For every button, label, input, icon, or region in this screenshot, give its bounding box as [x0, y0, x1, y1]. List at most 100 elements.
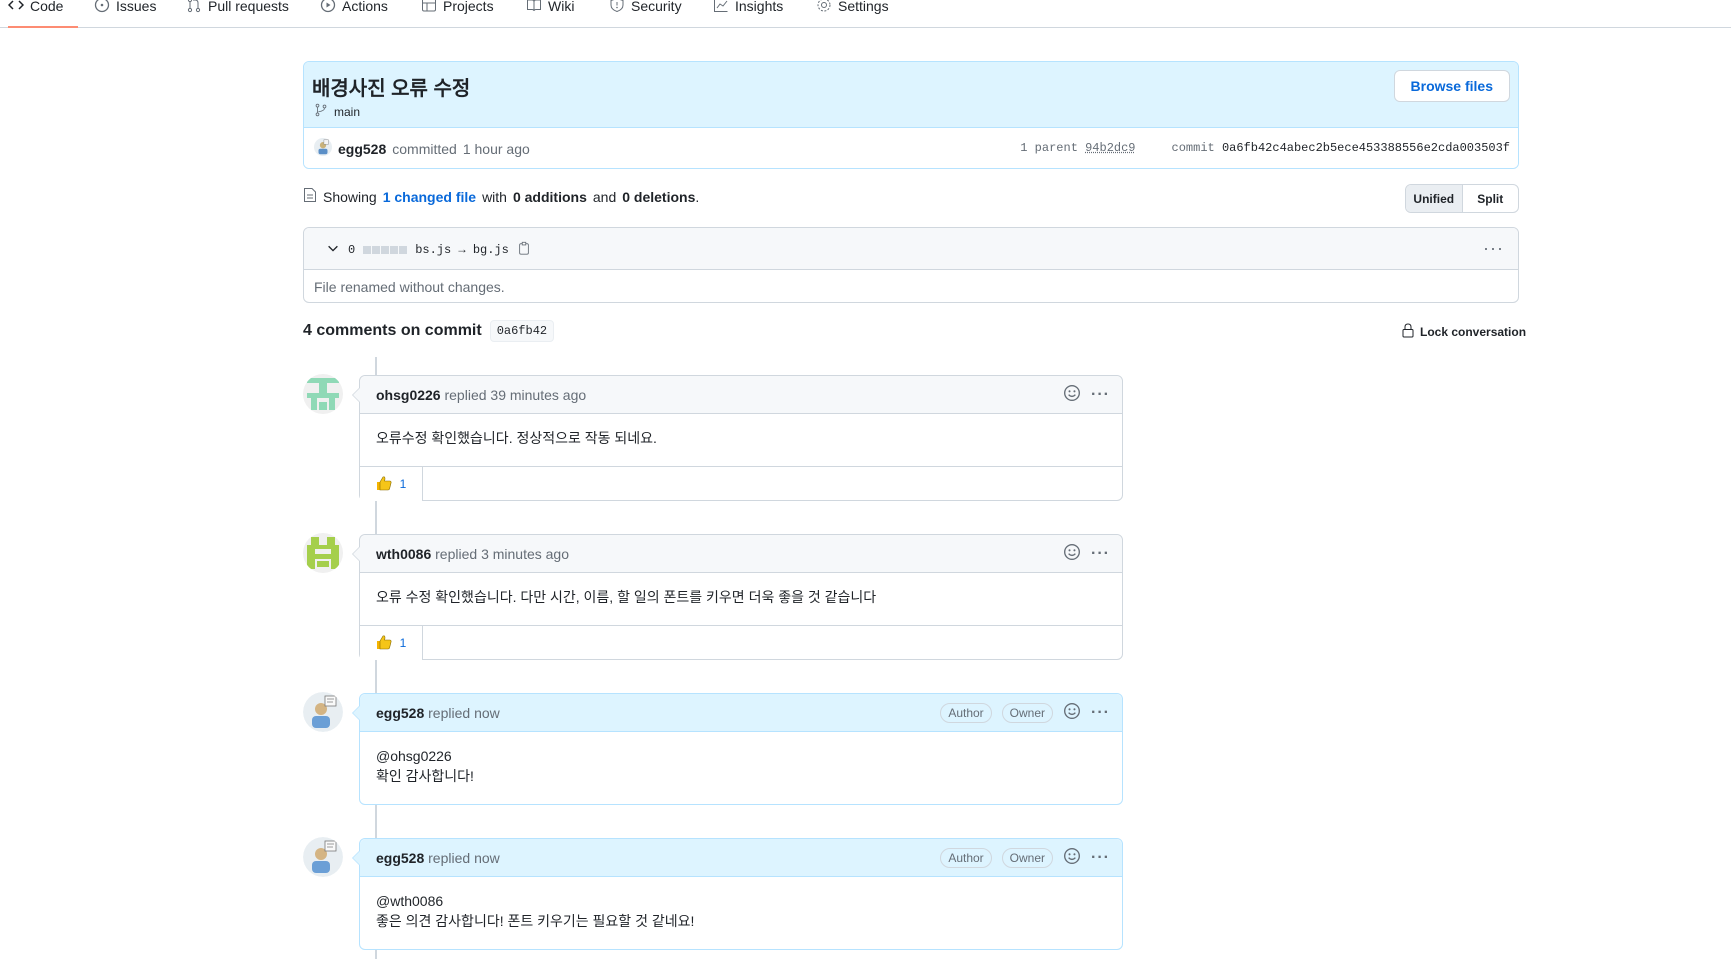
thumbs-up-reaction[interactable]: 1	[360, 626, 423, 660]
comment-meta: egg528 replied now	[376, 705, 500, 721]
play-icon	[320, 0, 336, 13]
reaction-count: 1	[399, 477, 407, 491]
comment-text: 확인 감사합니다!	[376, 768, 474, 784]
avatar[interactable]	[303, 374, 343, 414]
comment-card: egg528 replied now Author Owner ··· @wth…	[352, 838, 1123, 950]
tab-issues[interactable]: Issues	[94, 0, 156, 28]
commit-time: 1 hour ago	[462, 140, 530, 157]
tab-settings[interactable]: Settings	[816, 0, 889, 28]
additions-count: 0 additions	[512, 188, 587, 205]
reactions-bar: 1	[360, 466, 1122, 501]
tab-label: Insights	[735, 0, 784, 14]
parent-sha-link[interactable]: 94b2dc9	[1085, 141, 1135, 155]
code-icon	[8, 0, 24, 13]
committed-text: committed	[392, 140, 457, 157]
comment-action: replied	[428, 705, 471, 721]
comment-action: replied	[444, 387, 487, 403]
graph-icon	[713, 0, 729, 13]
comment-meta: wth0086 replied 3 minutes ago	[376, 546, 569, 562]
comment-actions: Author Owner ···	[940, 702, 1110, 723]
author-badge: Author	[940, 702, 992, 723]
comment-time[interactable]: 3 minutes ago	[481, 546, 569, 562]
branch-label[interactable]: main	[314, 103, 360, 120]
diff-summary: Showing 1 changed file with 0 additions …	[303, 187, 699, 206]
commit-author-name[interactable]: egg528	[338, 141, 386, 157]
period: .	[695, 188, 700, 205]
chevron-down-icon[interactable]	[326, 241, 340, 259]
tab-actions[interactable]: Actions	[320, 0, 388, 28]
comment-text: 오류 수정 확인했습니다. 다만 시간, 이름, 할 일의 폰트를 키우면 더욱…	[376, 589, 877, 605]
thumbs-up-reaction[interactable]: 1	[360, 467, 423, 501]
tab-label: Code	[30, 0, 64, 14]
kebab-horizontal-icon[interactable]: ···	[1091, 704, 1110, 722]
commit-meta-bar: egg528 committed 1 hour ago 1 parent 94b…	[304, 128, 1518, 168]
owner-badge: Owner	[1001, 847, 1054, 868]
comment-author[interactable]: egg528	[376, 850, 424, 866]
avatar[interactable]	[314, 138, 332, 159]
file-name[interactable]: bs.js → bg.js	[415, 243, 509, 257]
split-button[interactable]: Split	[1463, 185, 1519, 212]
comment-header: egg528 replied now Author Owner ···	[360, 694, 1122, 732]
comment-body: @wth0086 좋은 의견 감사합니다! 폰트 키우기는 필요할 것 같네요!	[360, 877, 1122, 945]
smiley-icon[interactable]	[1063, 702, 1081, 723]
comment-text: 오류수정 확인했습니다. 정상적으로 작동 되네요.	[376, 430, 657, 446]
browse-files-button[interactable]: Browse files	[1393, 70, 1510, 102]
kebab-horizontal-icon[interactable]: ···	[1091, 849, 1110, 867]
commit-label: commit	[1171, 141, 1215, 155]
comment-author[interactable]: ohsg0226	[376, 387, 441, 403]
changed-files-link[interactable]: 1 changed file	[383, 189, 476, 205]
smiley-icon[interactable]	[1063, 847, 1081, 868]
commit-title: 배경사진 오류 수정	[312, 78, 471, 100]
tab-label: Security	[631, 0, 682, 14]
tab-label: Issues	[116, 0, 157, 14]
unified-button[interactable]: Unified	[1406, 185, 1463, 212]
pull-request-icon	[186, 0, 202, 13]
tab-security[interactable]: Security	[609, 0, 682, 28]
comment-body: 오류 수정 확인했습니다. 다만 시간, 이름, 할 일의 폰트를 키우면 더욱…	[360, 573, 1122, 625]
reactions-bar: 1	[360, 625, 1122, 660]
comment-time[interactable]: 39 minutes ago	[490, 387, 586, 403]
with-text: with	[482, 188, 507, 205]
comment-header: egg528 replied now Author Owner ···	[360, 839, 1122, 877]
table-icon	[421, 0, 437, 13]
copy-icon[interactable]	[517, 241, 531, 259]
comment-card: wth0086 replied 3 minutes ago ··· 오류 수정 …	[352, 534, 1123, 660]
avatar[interactable]	[303, 837, 343, 877]
kebab-horizontal-icon[interactable]: ···	[1091, 386, 1110, 404]
mention-link[interactable]: @wth0086	[376, 891, 1106, 911]
smiley-icon[interactable]	[1063, 384, 1081, 405]
smiley-icon[interactable]	[1063, 543, 1081, 564]
commit-header: 배경사진 오류 수정 main Browse files egg528 comm…	[303, 61, 1519, 169]
comment-actions: ···	[1063, 543, 1110, 564]
comment-author[interactable]: wth0086	[376, 546, 431, 562]
commit-title-bar: 배경사진 오류 수정 main Browse files	[304, 62, 1518, 128]
tab-wiki[interactable]: Wiki	[526, 0, 574, 28]
lock-conversation-button[interactable]: Lock conversation	[1402, 323, 1526, 341]
comment-action: replied	[435, 546, 478, 562]
tab-pull-requests[interactable]: Pull requests	[186, 0, 289, 28]
comment-meta: egg528 replied now	[376, 850, 500, 866]
avatar[interactable]	[303, 692, 343, 732]
kebab-horizontal-icon[interactable]: ···	[1483, 238, 1504, 259]
parent-label: 1 parent	[1020, 141, 1078, 155]
comment-header: wth0086 replied 3 minutes ago ···	[360, 535, 1122, 573]
and-text: and	[592, 188, 617, 205]
lock-label: Lock conversation	[1420, 325, 1527, 339]
comment-body: @ohsg0226 확인 감사합니다!	[360, 732, 1122, 800]
comment-text: 좋은 의견 감사합니다! 폰트 키우기는 필요할 것 같네요!	[376, 913, 695, 929]
mention-link[interactable]: @ohsg0226	[376, 746, 1106, 766]
tab-code[interactable]: Code	[8, 0, 78, 28]
branch-name: main	[334, 104, 361, 119]
comment-card: ohsg0226 replied 39 minutes ago ··· 오류수정…	[352, 375, 1123, 501]
tab-insights[interactable]: Insights	[713, 0, 783, 28]
kebab-horizontal-icon[interactable]: ···	[1091, 545, 1110, 563]
avatar[interactable]	[303, 533, 343, 573]
tab-label: Pull requests	[208, 0, 289, 14]
comment-author[interactable]: egg528	[376, 705, 424, 721]
shield-icon	[609, 0, 625, 13]
comment-time[interactable]: now	[474, 705, 500, 721]
tab-projects[interactable]: Projects	[421, 0, 494, 28]
commit-sha-info: 1 parent 94b2dc9 commit 0a6fb42c4abec2b5…	[1020, 141, 1510, 155]
comment-time[interactable]: now	[474, 850, 500, 866]
comment-card: egg528 replied now Author Owner ··· @ohs…	[352, 693, 1123, 805]
